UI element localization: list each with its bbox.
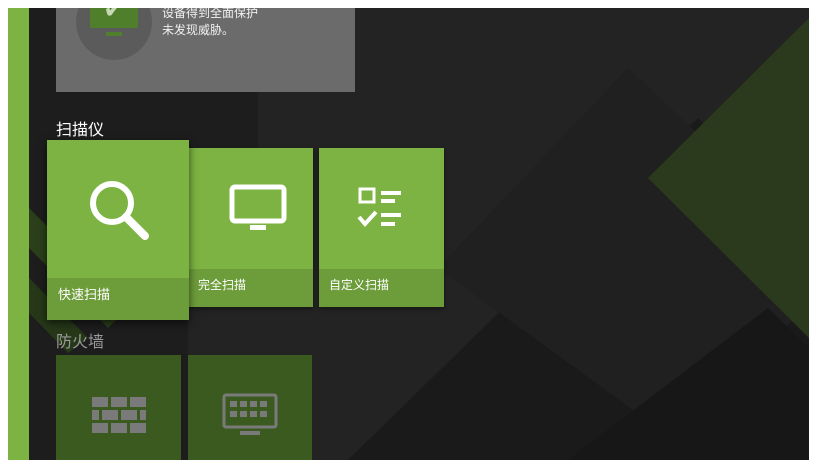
status-title: 设备得到全面保护 [162,8,259,20]
custom-scan-label: 自定义扫描 [329,278,390,292]
quick-scan-tile[interactable]: 快速扫描 [47,140,189,320]
status-icon-badge: ✔ [76,8,152,60]
protection-status-card[interactable]: ✔ 设备得到全面保护 未发现威胁。 [56,8,355,92]
keyboard-icon [222,393,278,435]
monitor-stand [106,32,122,36]
firewall-tile-keyboard[interactable] [188,355,312,460]
scanner-section-title: 扫描仪 [56,120,105,139]
quick-scan-label: 快速扫描 [58,288,111,303]
status-subtitle: 未发现威胁。 [162,23,235,37]
monitor-icon [229,184,287,230]
search-icon [90,181,149,240]
app-window: ✔ 设备得到全面保护 未发现威胁。 扫描仪 完全扫描 自定义扫描 快速扫描 防火… [8,8,809,460]
full-scan-tile[interactable]: 完全扫描 [188,148,313,307]
left-accent-bar [8,8,29,460]
brick-wall-icon [92,397,146,433]
monitor-check-icon: ✔ [90,8,138,28]
firewall-section-title: 防火墙 [56,332,105,351]
firewall-tile-wall[interactable] [56,355,181,460]
checklist-icon [357,187,401,228]
full-scan-label: 完全扫描 [198,278,247,292]
custom-scan-tile[interactable]: 自定义扫描 [319,148,444,307]
